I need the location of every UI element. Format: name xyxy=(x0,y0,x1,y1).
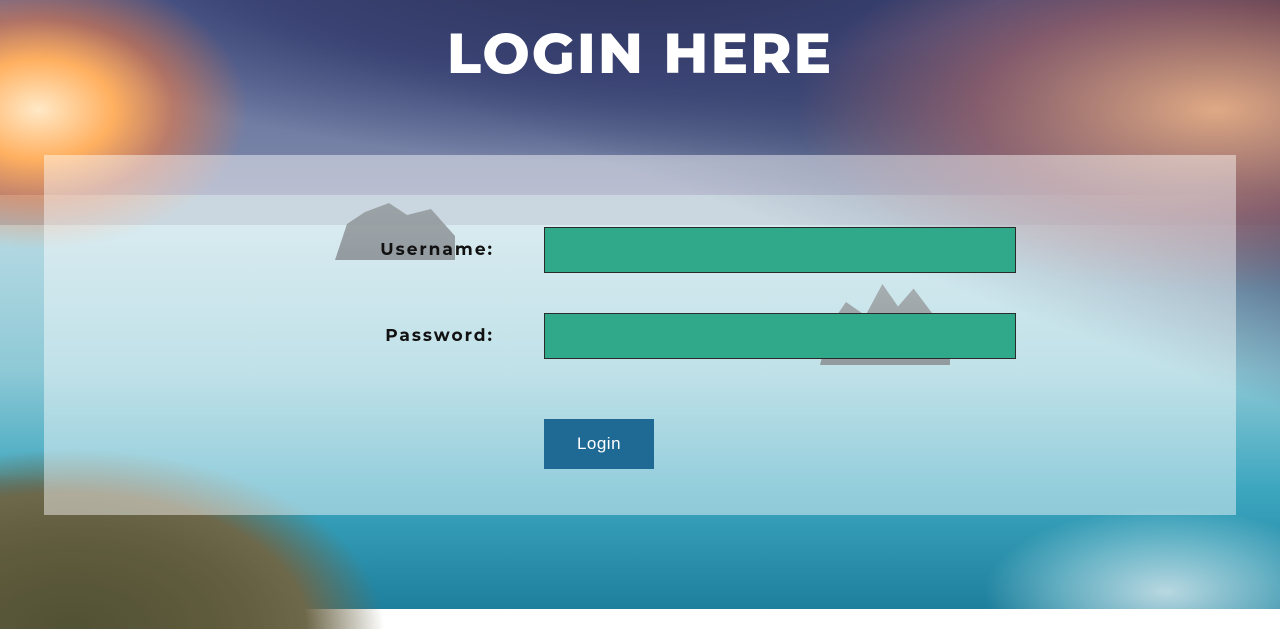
username-input[interactable] xyxy=(544,227,1016,273)
login-panel: Username: Password: Login xyxy=(44,155,1236,515)
login-button[interactable]: Login xyxy=(544,419,654,469)
username-row: Username: xyxy=(44,227,1236,273)
username-label: Username: xyxy=(44,240,544,260)
password-label: Password: xyxy=(44,326,544,346)
password-row: Password: xyxy=(44,313,1236,359)
page-title: LOGIN HERE xyxy=(0,20,1280,88)
password-input[interactable] xyxy=(544,313,1016,359)
